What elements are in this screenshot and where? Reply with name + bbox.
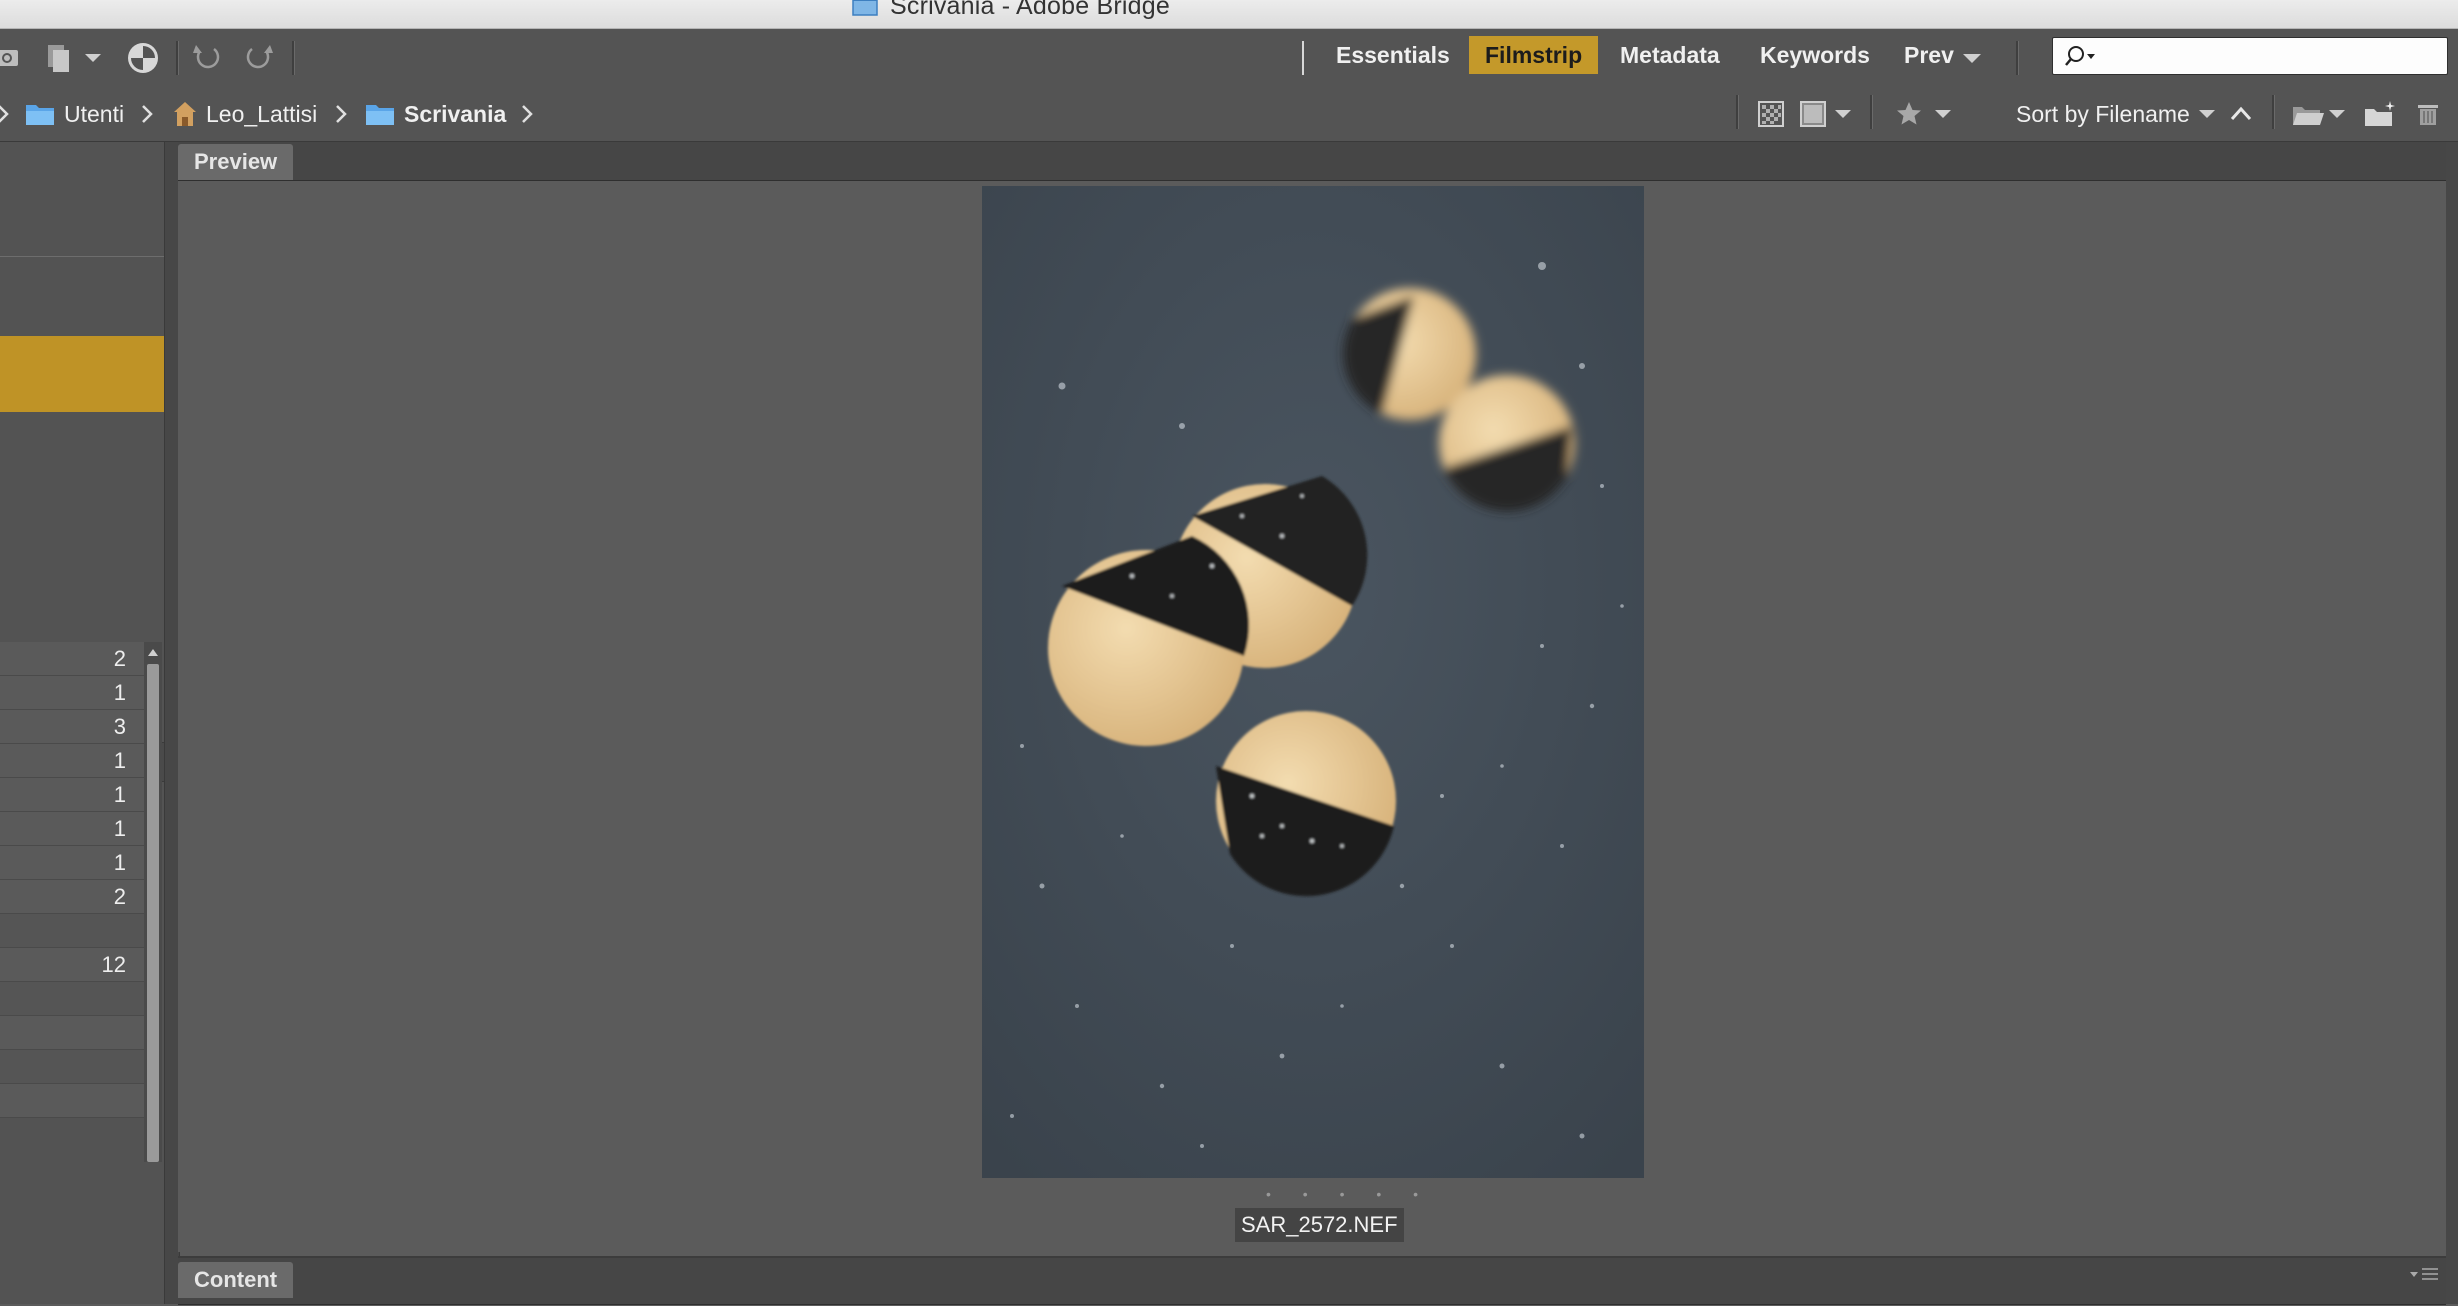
chevron-down-icon[interactable] <box>2326 99 2348 129</box>
scrollbar-thumb[interactable] <box>147 664 159 1162</box>
list-item[interactable]: 1 <box>0 846 144 880</box>
item-count: 3 <box>113 714 126 739</box>
workspace-grip[interactable] <box>1302 41 1304 75</box>
window-icon <box>852 0 878 16</box>
item-count: 1 <box>113 850 126 875</box>
breadcrumb-utenti[interactable]: Utenti <box>24 99 124 129</box>
list-item[interactable]: 1 <box>0 676 144 710</box>
breadcrumb-scrivania[interactable]: Scrivania <box>364 99 506 129</box>
breadcrumb-leo-lattisi[interactable]: Leo_Lattisi <box>172 99 317 129</box>
boomerang-icon[interactable] <box>126 41 160 75</box>
pathbar-separator <box>1736 95 1739 129</box>
list-item[interactable]: 2 <box>0 642 144 676</box>
folder-icon <box>366 105 394 125</box>
copy-icon[interactable] <box>44 41 78 75</box>
list-item[interactable]: 12 <box>0 948 144 982</box>
content-panel-header <box>178 1258 2446 1305</box>
chevron-down-icon[interactable] <box>82 41 104 75</box>
rotate-left-icon[interactable] <box>190 41 224 75</box>
list-item[interactable] <box>0 1050 144 1084</box>
item-count: 2 <box>113 884 126 909</box>
list-item[interactable]: 1 <box>0 744 144 778</box>
preview-stack-dots: • • • • • <box>1266 1186 1433 1202</box>
item-count: 1 <box>113 782 126 807</box>
workspace-prev[interactable]: Prev <box>1888 36 1970 74</box>
search-icon[interactable] <box>2063 44 2097 68</box>
breadcrumb-label: Leo_Lattisi <box>206 100 318 127</box>
tab-preview[interactable]: Preview <box>178 144 294 180</box>
item-count: 1 <box>113 748 126 773</box>
pathbar-separator <box>1870 95 1873 129</box>
quality-checker-icon[interactable] <box>1756 99 1786 129</box>
toolbar-separator <box>176 41 179 75</box>
item-count: 12 <box>101 952 126 977</box>
search-box[interactable] <box>2052 37 2448 75</box>
chevron-down-icon[interactable] <box>1832 99 1854 129</box>
chevron-right-icon[interactable] <box>520 103 534 125</box>
folder-icon <box>26 105 54 125</box>
open-recent-folder-icon[interactable] <box>2290 99 2326 129</box>
list-item[interactable]: 1 <box>0 812 144 846</box>
toolbar-separator <box>292 41 295 75</box>
preview-panel-header <box>178 142 2446 181</box>
chevron-down-icon[interactable] <box>1932 99 1954 129</box>
tab-content[interactable]: Content <box>178 1262 294 1298</box>
item-count: 1 <box>113 816 126 841</box>
filter-scrollbar[interactable] <box>144 642 162 1162</box>
breadcrumb-label: Utenti <box>64 100 125 127</box>
workspace-keywords[interactable]: Keywords <box>1744 36 1886 74</box>
list-item[interactable] <box>0 982 144 1016</box>
workspace-metadata[interactable]: Metadata <box>1604 36 1736 74</box>
filter-count-list: 2 1 3 1 1 1 1 2 12 <box>0 642 144 1118</box>
window-title: Scrivania - Adobe Bridge <box>890 0 1170 20</box>
home-icon <box>174 102 196 126</box>
toolbar-separator <box>2016 41 2019 75</box>
workspace-filmstrip[interactable]: Filmstrip <box>1469 36 1599 74</box>
thumbnail-quality-icon[interactable] <box>1798 99 1828 129</box>
preview-filename: SAR_2572.NEF <box>1235 1208 1404 1242</box>
pathbar-separator <box>2272 95 2275 129</box>
preview-image[interactable] <box>982 186 1644 1178</box>
star-icon[interactable] <box>1894 99 1924 129</box>
title-bar: Scrivania - Adobe Bridge <box>0 0 2458 29</box>
workspace-menu-chevron-icon[interactable] <box>1960 41 1984 75</box>
list-item[interactable] <box>0 1084 144 1118</box>
content-panel: Content <box>178 1256 2446 1306</box>
chevron-right-icon[interactable] <box>0 103 10 125</box>
breadcrumb-label: Scrivania <box>404 100 507 127</box>
sort-ascending-icon[interactable] <box>2228 99 2254 129</box>
list-item[interactable]: 1 <box>0 778 144 812</box>
toolbar: Essentials Filmstrip Metadata Keywords P… <box>0 29 2458 85</box>
panel-menu-icon[interactable] <box>2408 1266 2440 1284</box>
cookie-bottom <box>1216 711 1396 897</box>
selected-favorite-item[interactable] <box>0 336 164 412</box>
item-count: 1 <box>113 680 126 705</box>
item-count: 2 <box>113 646 126 671</box>
list-item[interactable]: 2 <box>0 880 144 914</box>
camera-icon[interactable] <box>0 41 28 75</box>
chevron-right-icon[interactable] <box>334 103 348 125</box>
path-bar: Utenti Leo_Lattisi Scrivania Sort by Fil… <box>0 85 2458 142</box>
new-folder-icon[interactable] <box>2362 99 2398 129</box>
sort-chevron-down-icon[interactable] <box>2196 99 2218 129</box>
rotate-right-icon[interactable] <box>242 41 276 75</box>
list-item[interactable]: 3 <box>0 710 144 744</box>
search-input[interactable] <box>2101 42 2435 70</box>
scroll-up-icon[interactable] <box>147 646 159 658</box>
panel-divider <box>0 256 164 257</box>
right-panel-edge <box>2446 142 2458 1304</box>
window-title-group: Scrivania - Adobe Bridge <box>852 0 1170 21</box>
sort-dropdown[interactable]: Sort by Filename <box>2016 99 2190 129</box>
chevron-right-icon[interactable] <box>140 103 154 125</box>
list-item[interactable] <box>0 1016 144 1050</box>
trash-icon[interactable] <box>2414 99 2442 129</box>
list-item[interactable] <box>0 914 144 948</box>
preview-panel: Preview • • • • • SAR_2572.NEF <box>178 142 2446 1252</box>
workspace-essentials[interactable]: Essentials <box>1320 36 1466 74</box>
